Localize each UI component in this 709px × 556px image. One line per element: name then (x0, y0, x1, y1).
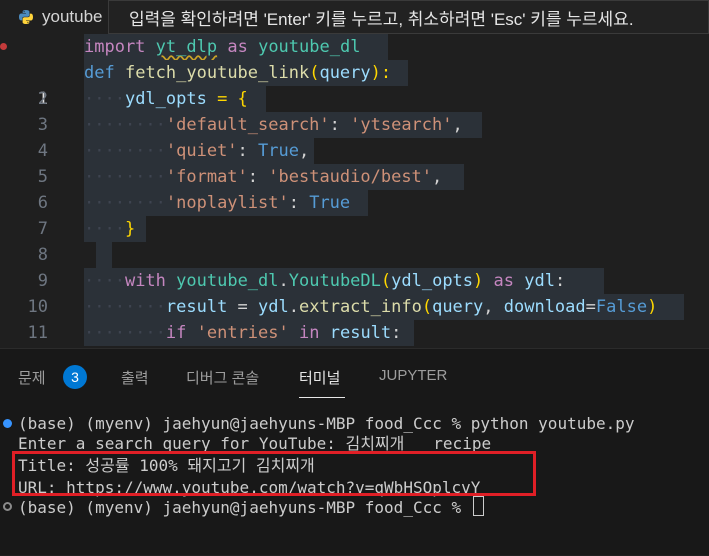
command-pending-icon[interactable] (3, 502, 12, 511)
code-line: 7 ········'noplaylist': True (0, 190, 709, 239)
code-text: def fetch_youtube_link(query): (84, 63, 392, 83)
code-editor[interactable]: 1 import yt_dlp as youtube_dl 2 def fetc… (0, 34, 709, 348)
terminal-prompt: (base) (myenv) jaehyun@jaehyuns-MBP food… (18, 498, 471, 517)
active-tab-indicator (299, 397, 345, 398)
code-text: ········if 'entries' in result: (84, 323, 402, 343)
terminal-line: (base) (myenv) jaehyun@jaehyuns-MBP food… (18, 414, 635, 433)
input-hint-text: 입력을 확인하려면 'Enter' 키를 누르고, 취소하려면 'Esc' 키를… (129, 9, 634, 29)
code-line: 3 ····ydl_opts = { (0, 86, 709, 135)
code-line: 6 ········'format': 'bestaudio/best', (0, 164, 709, 213)
tab-jupyter[interactable]: JUPYTER (379, 367, 447, 384)
code-line: 2 def fetch_youtube_link(query): (0, 60, 709, 109)
code-text: ········'quiet': True, (84, 141, 310, 161)
code-text: ····} (84, 219, 136, 239)
tab-output[interactable]: 출력 (121, 367, 149, 388)
code-line: 1 import yt_dlp as youtube_dl (0, 34, 709, 109)
command-success-icon[interactable] (3, 419, 12, 428)
tab-terminal[interactable]: 터미널 (299, 367, 340, 388)
code-line: 11 ········result = ydl.extract_info(que… (0, 294, 709, 343)
tab-problems[interactable]: 문제 (18, 367, 46, 388)
code-line: 9 (0, 242, 709, 291)
breakpoint-icon[interactable] (0, 43, 7, 50)
code-text: import yt_dlp as youtube_dl (84, 37, 361, 57)
editor-tab-label: youtube (42, 7, 103, 26)
code-line: 4 ········'default_search': 'ytsearch', (0, 112, 709, 161)
code-line: 10 ····with youtube_dl.YoutubeDL(ydl_opt… (0, 268, 709, 317)
code-text: ········'noplaylist': True (84, 193, 351, 213)
highlight-annotation-box (12, 451, 536, 496)
input-hint-tooltip: 입력을 확인하려면 'Enter' 키를 누르고, 취소하려면 'Esc' 키를… (108, 0, 709, 34)
problems-count-badge: 3 (63, 365, 87, 389)
code-text: ····with youtube_dl.YoutubeDL(ydl_opts) … (84, 271, 566, 291)
code-text: ········'default_search': 'ytsearch', (84, 115, 463, 135)
code-line: 5 ········'quiet': True, (0, 138, 709, 187)
code-line: 12 ········if 'entries' in result: (0, 320, 709, 346)
code-text: ········result = ydl.extract_info(query,… (84, 297, 658, 317)
tab-debug-console[interactable]: 디버그 콘솔 (186, 367, 259, 388)
selection-highlight (96, 242, 112, 268)
editor-tab-youtube[interactable]: youtube (0, 0, 120, 34)
code-text: ········'format': 'bestaudio/best', (84, 167, 443, 187)
python-icon (18, 9, 34, 25)
code-line: 8 ····} (0, 216, 709, 265)
panel-tab-bar: 문제 3 출력 디버그 콘솔 터미널 JUPYTER (0, 349, 709, 405)
terminal-prompt-line[interactable]: (base) (myenv) jaehyun@jaehyuns-MBP food… (18, 496, 484, 518)
code-text: ····ydl_opts = { (84, 89, 248, 109)
terminal-cursor (472, 496, 484, 516)
